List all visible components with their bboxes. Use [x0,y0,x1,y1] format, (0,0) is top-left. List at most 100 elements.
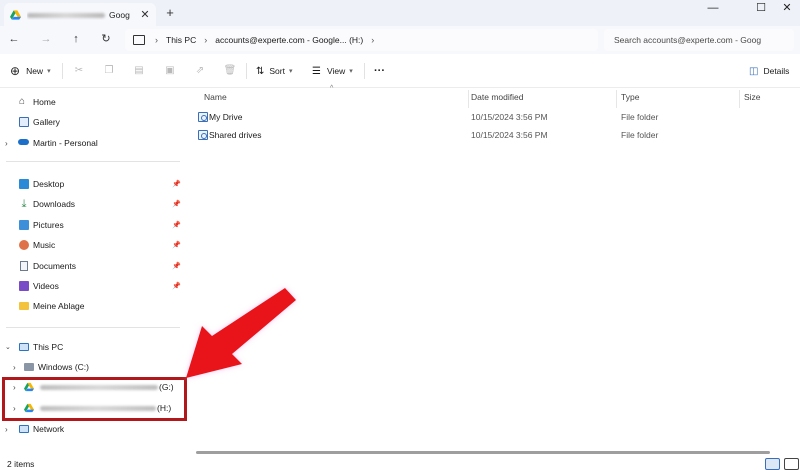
minimize-button[interactable]: — [696,0,730,20]
sidebar-item-this-pc[interactable]: ⌄ This PC [0,337,185,357]
sidebar-item-videos[interactable]: Videos 📌 [0,276,185,296]
chevron-right-icon: › [204,35,208,45]
sidebar-item-documents[interactable]: Documents 📌 [0,256,185,276]
view-button[interactable]: ☰ View ▾ [312,64,353,78]
sidebar-item-gallery[interactable]: Gallery [0,112,185,132]
pin-icon[interactable]: 📌 [172,180,181,188]
address-bar[interactable]: › This PC › accounts@experte.com - Googl… [125,29,598,51]
horizontal-scrollbar[interactable] [196,451,770,454]
red-arrow-annotation [186,288,296,378]
column-header-name[interactable]: Name [204,92,227,106]
refresh-icon[interactable]: ↻ [98,32,114,48]
sidebar-item-home[interactable]: ⌂ Home [0,92,185,112]
chevron-right-icon[interactable]: › [371,35,374,45]
cut-icon[interactable]: ✂ [72,64,86,78]
pin-icon[interactable]: 📌 [172,262,181,270]
new-label: New [26,66,44,76]
sidebar-item-pictures[interactable]: Pictures 📌 [0,215,185,235]
view-label: View [326,66,346,76]
sidebar-item-label: Downloads [33,199,76,209]
search-input[interactable]: Search accounts@experte.com - Goog [604,29,794,51]
downloads-icon: ⤓ [21,198,27,210]
title-bar: Goog ✕ + — ☐ ✕ [0,0,800,26]
sidebar-item-label: Desktop [33,179,65,189]
column-divider[interactable] [739,90,740,108]
folder-icon [19,302,29,310]
browser-tab[interactable]: Goog ✕ [4,3,156,26]
sidebar-item-meine-ablage[interactable]: Meine Ablage [0,296,185,316]
computer-icon [133,35,145,45]
new-button[interactable]: ⊕ New ▾ [10,64,51,78]
rename-icon[interactable]: ▣ [163,64,177,78]
column-header-type[interactable]: Type [621,92,639,106]
network-icon [19,425,29,433]
breadcrumb-drive-h[interactable]: accounts@experte.com - Google... (H:) [215,35,363,45]
up-arrow-icon[interactable]: ↑ [68,32,84,48]
copy-icon[interactable]: ❐ [102,64,116,78]
tab-close-icon[interactable]: ✕ [138,8,152,21]
details-view-icon[interactable] [765,458,780,470]
table-row[interactable]: Shared drives 10/15/2024 3:56 PM File fo… [196,126,658,143]
paste-icon[interactable]: ▤ [132,64,146,78]
sidebar-item-network[interactable]: › Network [0,419,185,439]
sidebar-item-label: Martin - Personal [33,138,98,148]
chevron-right-icon[interactable]: › [5,139,8,148]
tiles-view-icon[interactable] [784,458,799,470]
chevron-down-icon[interactable]: ⌄ [5,343,11,351]
drive-icon [24,363,34,371]
chevron-down-icon: ▾ [288,68,293,75]
column-header-size[interactable]: Size [744,92,761,106]
sidebar-item-label: Music [33,240,56,250]
sidebar-divider [6,161,180,162]
sort-label: Sort [269,66,285,76]
pin-icon[interactable]: 📌 [172,241,181,249]
onedrive-icon [18,139,29,145]
file-date: 10/15/2024 3:56 PM [471,111,548,122]
sidebar-item-downloads[interactable]: ⤓ Downloads 📌 [0,194,185,214]
file-type: File folder [621,111,659,122]
sidebar-item-label: This PC [33,342,64,352]
sidebar-item-label: Network [33,424,65,434]
table-row[interactable]: My Drive 10/15/2024 3:56 PM File folder [196,108,658,125]
forward-arrow-icon[interactable]: → [38,32,54,48]
documents-icon [20,261,28,271]
file-name: Shared drives [209,129,262,140]
sidebar-item-desktop[interactable]: Desktop 📌 [0,174,185,194]
more-options-button[interactable]: ··· [374,64,385,78]
sort-button[interactable]: ⇅ Sort ▾ [256,64,293,78]
chevron-right-icon[interactable]: › [5,425,8,434]
desktop-icon [19,179,29,189]
sidebar-divider [6,327,180,328]
maximize-button[interactable]: ☐ [744,0,778,20]
command-bar: ⊕ New ▾ ✂ ❐ ▤ ▣ ⇗ 🗑 ⇅ Sort ▾ ☰ View ▾ ··… [0,54,800,88]
sidebar-item-music[interactable]: Music 📌 [0,235,185,255]
details-label: Details [763,66,790,76]
new-tab-button[interactable]: + [162,5,178,21]
toolbar-divider [246,63,247,79]
file-name: My Drive [209,111,243,122]
status-item-count: 2 items [7,459,35,469]
details-pane-icon: ◫ [749,65,759,77]
close-window-button[interactable]: ✕ [774,0,800,20]
view-icon: ☰ [312,65,321,77]
details-button[interactable]: ◫ Details [749,64,789,78]
sidebar-item-label: Meine Ablage [33,301,85,311]
chevron-down-icon: ▾ [349,68,353,75]
sidebar-item-label: Home [33,97,56,107]
pin-icon[interactable]: 📌 [172,221,181,229]
sidebar-item-windows-c[interactable]: › Windows (C:) [0,357,185,377]
back-arrow-icon[interactable]: ← [6,32,22,48]
drive-folder-icon [198,111,208,122]
column-divider[interactable] [468,90,469,108]
breadcrumb-this-pc[interactable]: This PC [166,35,196,45]
sidebar-item-martin-personal[interactable]: › Martin - Personal [0,133,185,153]
pictures-icon [19,220,29,230]
column-divider[interactable] [616,90,617,108]
delete-icon[interactable]: 🗑 [223,64,237,78]
share-icon[interactable]: ⇗ [193,64,207,78]
pin-icon[interactable]: 📌 [172,200,181,208]
sort-up-icon: ^ [330,85,334,92]
column-header-date[interactable]: Date modified [471,92,523,106]
gallery-icon [19,117,29,127]
chevron-right-icon[interactable]: › [13,363,16,372]
